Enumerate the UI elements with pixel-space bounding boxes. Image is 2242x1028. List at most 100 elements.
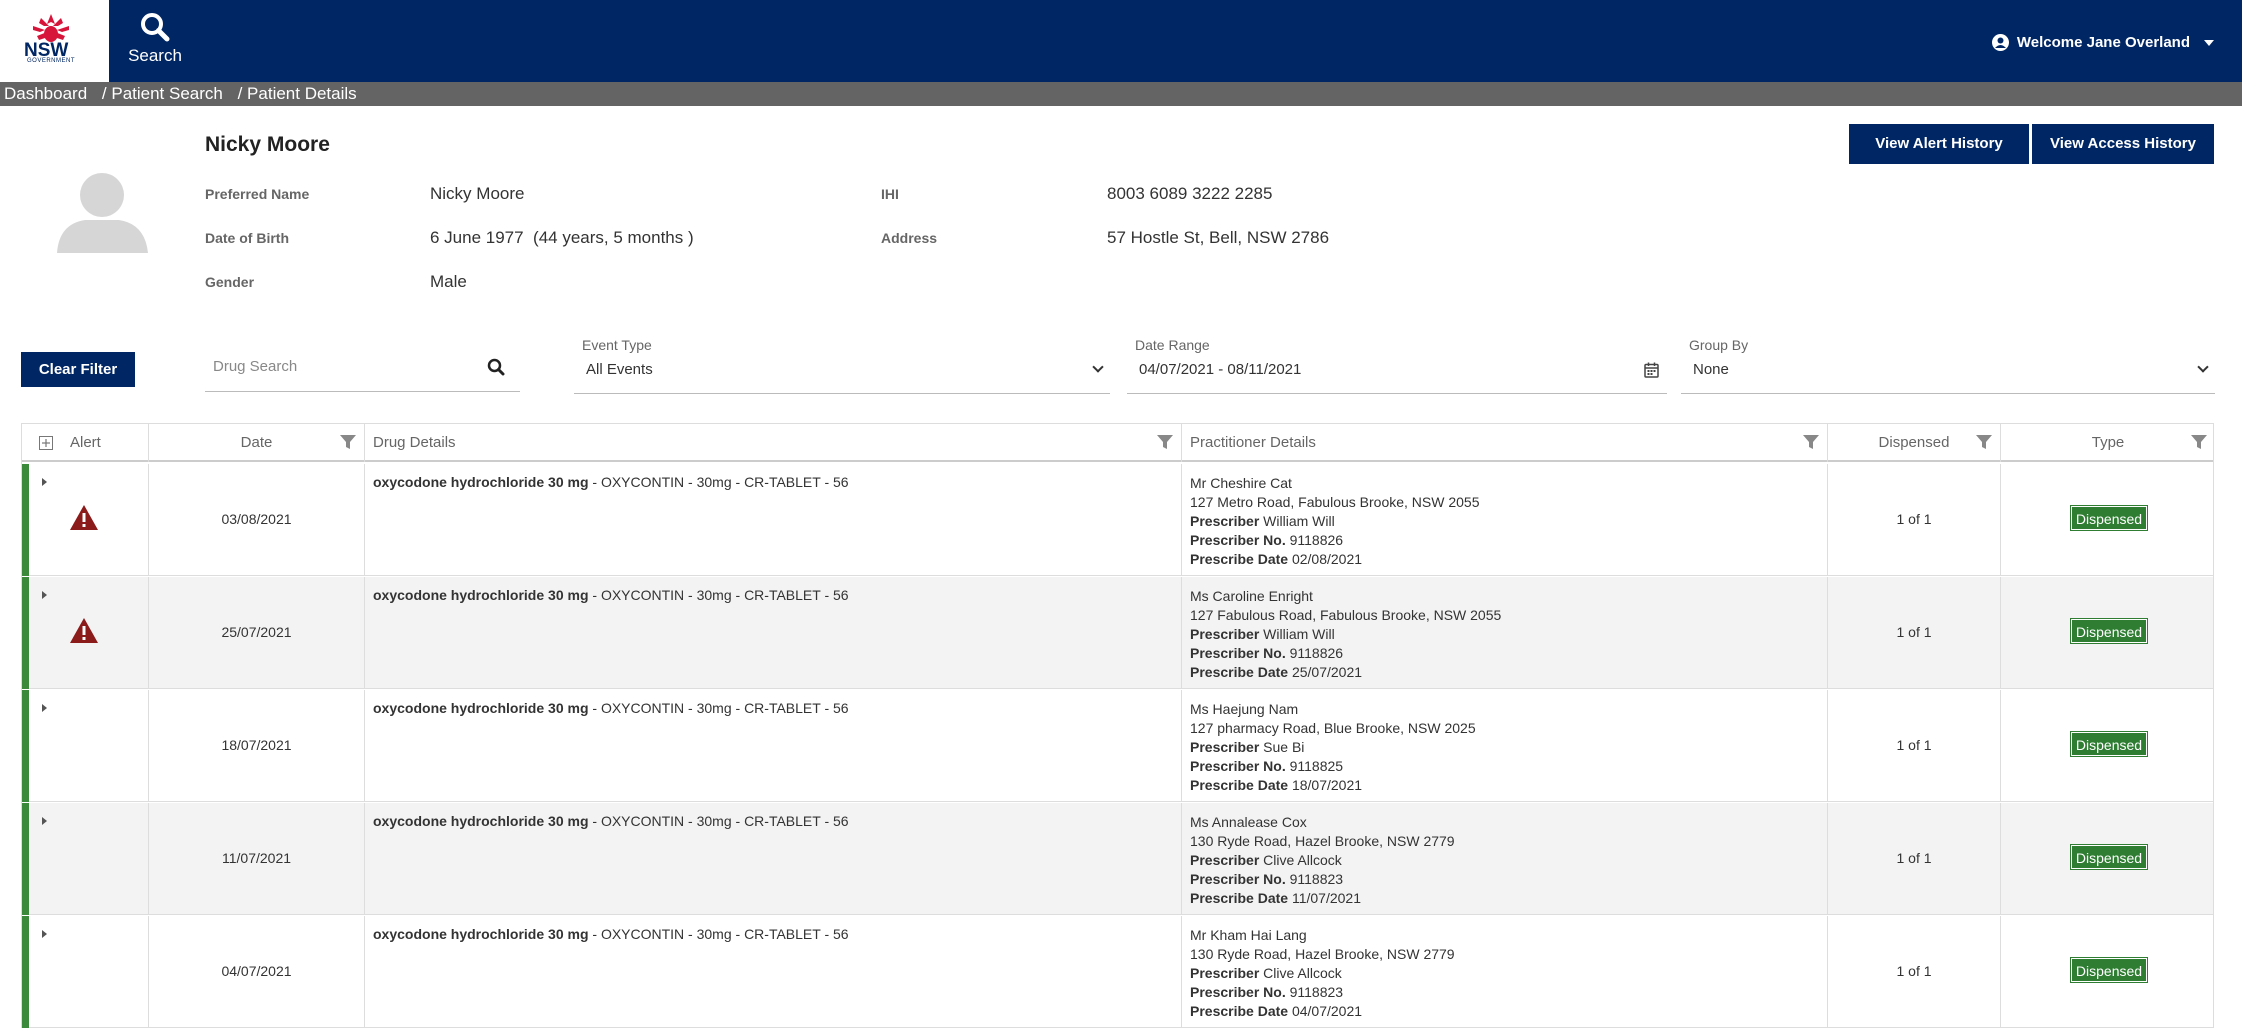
funnel-icon[interactable] [1803,434,1819,450]
event-type-select[interactable]: Event Type All Events [574,337,1110,394]
date-cell: 03/08/2021 [149,464,365,576]
drug-name: oxycodone hydrochloride 30 mg [373,813,589,829]
address-label: Address [881,230,938,246]
expand-row-icon[interactable] [42,591,47,599]
event-date: 11/07/2021 [221,850,292,866]
prescriber-value: William Will [1263,513,1335,529]
column-header-practitioner-details[interactable]: Practitioner Details [1182,424,1828,462]
status-badge: Dispensed [2071,845,2147,869]
drug-search-input[interactable]: Drug Search [205,350,520,392]
view-alert-history-button[interactable]: View Alert History [1849,124,2029,164]
alert-cell [22,803,149,915]
drug-details: oxycodone hydrochloride 30 mg - OXYCONTI… [373,587,849,603]
prescriber-no-label: Prescriber No. [1190,758,1286,774]
event-date: 25/07/2021 [221,624,292,640]
column-header-alert[interactable]: Alert [22,424,149,462]
table-row[interactable]: 03/08/2021 oxycodone hydrochloride 30 mg… [22,464,2213,576]
patient-name: Nicky Moore [205,133,330,156]
prescribe-date: Prescribe Date 11/07/2021 [1190,889,1455,908]
type-cell: Dispensed [2001,916,2213,1028]
calendar-icon[interactable] [1644,362,1659,378]
nav-search-button[interactable]: Search [124,8,186,72]
dispensed-count: 1 of 1 [1896,850,1932,866]
alert-cell [22,464,149,576]
practitioner-details: Mr Cheshire Cat 127 Metro Road, Fabulous… [1190,474,1480,569]
practitioner-address: 130 Ryde Road, Hazel Brooke, NSW 2779 [1190,946,1455,962]
user-menu[interactable]: Welcome Jane Overland [1991,34,2214,51]
prescriber: Prescriber William Will [1190,512,1480,531]
expand-row-icon[interactable] [42,478,47,486]
column-label-alert: Alert [70,434,101,451]
drug-description: - OXYCONTIN - 30mg - CR-TABLET - 56 [588,587,849,603]
practitioner-details-cell: Mr Kham Hai Lang 130 Ryde Road, Hazel Br… [1182,916,1828,1028]
preferred-name-value: Nicky Moore [430,184,525,203]
dispensed-count: 1 of 1 [1896,963,1932,979]
nsw-government-logo[interactable]: NSW GOVERNMENT [0,0,109,82]
event-date: 03/08/2021 [221,511,292,527]
dispensed-cell: 1 of 1 [1828,916,2001,1028]
prescriber-value: Clive Allcock [1263,852,1342,868]
prescriber: Prescriber William Will [1190,625,1501,644]
group-by-label: Group By [1689,337,1749,353]
warning-triangle-icon [70,618,98,643]
address-value: 57 Hostle St, Bell, NSW 2786 [1107,228,1330,247]
prescribe-date-value: 25/07/2021 [1291,664,1363,680]
prescriber-no-label: Prescriber No. [1190,871,1286,887]
column-header-dispensed[interactable]: Dispensed [1828,424,2001,462]
avatar [57,173,148,253]
practitioner-details-cell: Ms Caroline Enright 127 Fabulous Road, F… [1182,577,1828,689]
column-header-type[interactable]: Type [2001,424,2213,462]
breadcrumb-dashboard[interactable]: Dashboard [4,84,87,103]
table-row[interactable]: 04/07/2021 oxycodone hydrochloride 30 mg… [22,916,2213,1028]
dispensed-count: 1 of 1 [1896,511,1932,527]
table-row[interactable]: 18/07/2021 oxycodone hydrochloride 30 mg… [22,690,2213,802]
expand-row-icon[interactable] [42,930,47,938]
prescriber-value: William Will [1263,626,1335,642]
breadcrumb-patient-details: / Patient Details [237,84,357,103]
prescriber-number: Prescriber No. 9118826 [1190,644,1501,663]
drug-name: oxycodone hydrochloride 30 mg [373,474,589,490]
event-type-value: All Events [586,361,653,378]
prescriber: Prescriber Clive Allcock [1190,851,1455,870]
date-range-label: Date Range [1135,337,1210,353]
expand-row-icon[interactable] [42,817,47,825]
prescriber: Prescriber Sue Bi [1190,738,1476,757]
type-cell: Dispensed [2001,803,2213,915]
dispensed-cell: 1 of 1 [1828,464,2001,576]
prescribe-date-value: 02/08/2021 [1291,551,1363,567]
welcome-text: Welcome Jane Overland [2016,34,2190,51]
funnel-icon[interactable] [340,434,356,450]
expand-all-icon[interactable] [39,436,53,450]
column-header-date[interactable]: Date [149,424,365,462]
drug-details-cell: oxycodone hydrochloride 30 mg - OXYCONTI… [365,464,1182,576]
funnel-icon[interactable] [1976,434,1992,450]
prescribe-date-value: 04/07/2021 [1291,1003,1363,1019]
table-header: Alert Date Drug Details Practitioner Det… [22,424,2213,462]
practitioner-name: Ms Annalease Cox [1190,814,1307,830]
prescribe-date: Prescribe Date 04/07/2021 [1190,1002,1455,1021]
prescriber-label: Prescriber [1190,739,1260,755]
table-row[interactable]: 11/07/2021 oxycodone hydrochloride 30 mg… [22,803,2213,915]
prescriber-no-value: 9118825 [1289,758,1344,774]
table-row[interactable]: 25/07/2021 oxycodone hydrochloride 30 mg… [22,577,2213,689]
prescribe-date-value: 18/07/2021 [1291,777,1363,793]
practitioner-details: Ms Caroline Enright 127 Fabulous Road, F… [1190,587,1501,682]
search-icon[interactable] [487,358,505,376]
column-label-date: Date [240,434,273,451]
prescribe-date: Prescribe Date 02/08/2021 [1190,550,1480,569]
clear-filter-button[interactable]: Clear Filter [21,352,135,387]
prescribe-date-label: Prescribe Date [1190,1003,1289,1019]
funnel-icon[interactable] [2191,434,2207,450]
date-cell: 11/07/2021 [149,803,365,915]
date-range-input[interactable]: Date Range 04/07/2021 - 08/11/2021 [1127,337,1667,394]
funnel-icon[interactable] [1157,434,1173,450]
column-header-drug-details[interactable]: Drug Details [365,424,1182,462]
group-by-select[interactable]: Group By None [1681,337,2215,394]
view-access-history-button[interactable]: View Access History [2032,124,2214,164]
logo-subtext: GOVERNMENT [27,58,76,64]
expand-row-icon[interactable] [42,704,47,712]
practitioner-address: 127 Metro Road, Fabulous Brooke, NSW 205… [1190,494,1480,510]
type-cell: Dispensed [2001,464,2213,576]
breadcrumb-patient-search[interactable]: / Patient Search [102,84,223,103]
practitioner-address: 130 Ryde Road, Hazel Brooke, NSW 2779 [1190,833,1455,849]
